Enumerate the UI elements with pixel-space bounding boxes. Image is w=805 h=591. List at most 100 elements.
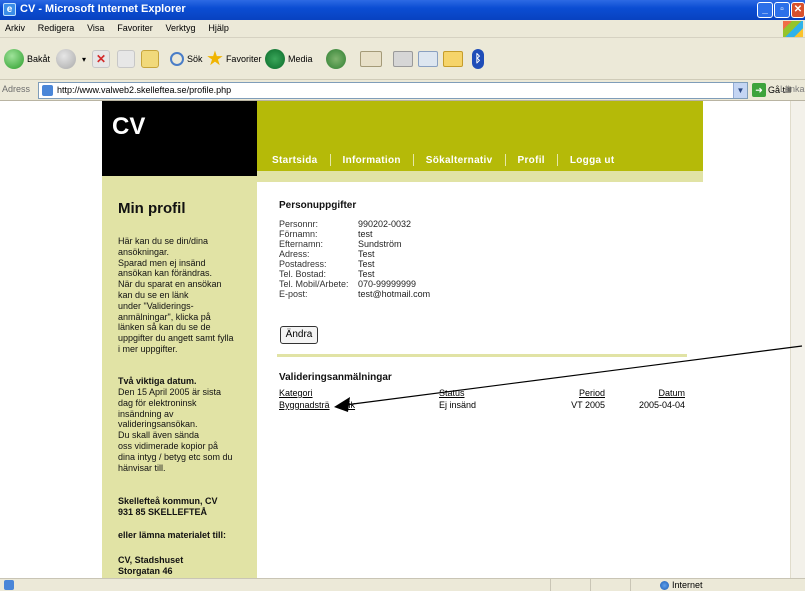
section-divider — [277, 354, 687, 357]
detail-row: E-post: test@hotmail.com — [279, 289, 430, 299]
detail-key: Efternamn: — [279, 239, 324, 249]
page-viewport: CV Startsida Information Sökalternativ P… — [0, 101, 790, 578]
validations-table: Kategori Status Period Datum Byggnadsträ… — [279, 387, 685, 411]
dates-line: valideringsansökan. — [118, 419, 198, 430]
postal-address: Skellefteå kommun, CV 931 85 SKELLEFTEÅ — [118, 496, 248, 518]
vertical-scrollbar[interactable] — [790, 101, 805, 578]
nav-separator — [556, 154, 558, 166]
intro-line: uppgifter du angett samt fylla — [118, 333, 234, 344]
forward-button[interactable]: ▾ — [56, 47, 86, 71]
col-kategori[interactable]: Kategori — [279, 387, 439, 399]
back-arrow-icon — [4, 49, 24, 69]
title-bar: e CV - Microsoft Internet Explorer _ ▫ ✕ — [0, 0, 805, 20]
star-icon: ★ — [206, 48, 224, 70]
nav-information[interactable]: Information — [343, 155, 401, 166]
col-datum[interactable]: Datum — [605, 387, 685, 399]
nav-sokalternativ[interactable]: Sökalternativ — [426, 155, 493, 166]
go-arrow-icon: ➜ — [752, 83, 766, 97]
back-button[interactable]: Bakåt ▾ — [4, 47, 60, 71]
detail-key: Tel. Mobil/Arbete: — [279, 279, 349, 289]
sidebar-intro: Här kan du se din/dina ansökningar. Spar… — [118, 236, 246, 355]
nav-separator — [329, 154, 331, 166]
intro-line: ansökan kan förändras. — [118, 268, 213, 279]
history-icon[interactable] — [326, 49, 346, 69]
kategori-text: Byggnadsträ — [279, 400, 330, 410]
menu-hjalp[interactable]: Hjälp — [203, 20, 234, 33]
intro-line: kan du se en länk — [118, 289, 189, 300]
chevron-down-icon: ▾ — [82, 54, 87, 64]
search-icon — [170, 52, 184, 66]
detail-row: Personnr: 990202-0032 — [279, 219, 430, 229]
back-label: Bakåt — [27, 54, 51, 64]
menu-favoriter[interactable]: Favoriter — [112, 20, 158, 33]
detail-row: Postadress: Test — [279, 259, 430, 269]
cell-datum: 2005-04-04 — [638, 400, 685, 410]
dates-line: Du skall även sända — [118, 430, 200, 441]
personal-heading: Personuppgifter — [279, 200, 357, 211]
col-status[interactable]: Status — [439, 387, 539, 399]
bluetooth-icon[interactable]: ᛒ — [472, 49, 484, 69]
detail-key: Personnr: — [279, 219, 319, 229]
print-icon[interactable] — [393, 51, 413, 67]
validations-heading: Valideringsanmälningar — [279, 372, 392, 383]
links-button[interactable]: Länkar — [780, 84, 805, 94]
security-zone: Internet — [660, 580, 703, 590]
menu-arkiv[interactable]: Arkiv — [0, 20, 30, 33]
detail-value: Test — [358, 269, 375, 279]
address-input[interactable]: http://www.valweb2.skelleftea.se/profile… — [38, 82, 748, 99]
menu-verktyg[interactable]: Verktyg — [161, 20, 201, 33]
favorites-label: Favoriter — [225, 54, 262, 64]
sidebar-dates: Den 15 April 2005 är sista dag för elekt… — [118, 387, 246, 473]
edit-profile-button[interactable]: Ändra — [280, 326, 318, 344]
nav-logga-ut[interactable]: Logga ut — [570, 155, 615, 166]
cell-status: Ej insänd — [439, 400, 477, 410]
nav-startsida[interactable]: Startsida — [272, 155, 318, 166]
site-logo[interactable]: CV — [102, 101, 257, 176]
detail-key: Adress: — [279, 249, 310, 259]
detail-row: Förnamn: test — [279, 229, 430, 239]
home-icon[interactable] — [141, 50, 159, 68]
maximize-button[interactable]: ▫ — [774, 2, 790, 18]
intro-line: under "Validerings- — [118, 300, 194, 311]
address-dropdown-icon[interactable]: ▼ — [733, 83, 747, 98]
address-bar: Adress http://www.valweb2.skelleftea.se/… — [0, 80, 805, 101]
page-status-icon — [4, 580, 14, 590]
mail-icon[interactable] — [360, 51, 382, 67]
nav-separator — [504, 154, 506, 166]
site: CV Startsida Information Sökalternativ P… — [102, 101, 703, 578]
col-period[interactable]: Period — [539, 387, 605, 399]
favorites-button[interactable]: ★ Favoriter — [206, 47, 261, 71]
search-button[interactable]: Sök — [170, 47, 203, 71]
nav-profil[interactable]: Profil — [518, 155, 545, 166]
detail-value: Test — [358, 249, 375, 259]
detail-value: 990202-0032 — [358, 219, 412, 229]
address-url: http://www.valweb2.skelleftea.se/profile… — [57, 85, 232, 95]
detail-value: test — [358, 229, 373, 239]
detail-key: Förnamn: — [279, 229, 318, 239]
dates-line: dag för elektroninsk — [118, 397, 197, 408]
menu-redigera[interactable]: Redigera — [33, 20, 80, 33]
menu-visa[interactable]: Visa — [82, 20, 109, 33]
folder-icon[interactable] — [443, 51, 463, 67]
detail-value: Sundström — [358, 239, 402, 249]
detail-row: Tel. Mobil/Arbete: 070-99999999 — [279, 279, 430, 289]
detail-row: Efternamn: Sundström — [279, 239, 430, 249]
intro-line: anmälningar", klicka på — [118, 311, 211, 322]
stop-icon[interactable] — [92, 50, 110, 68]
dates-line: hänvisar till. — [118, 462, 166, 473]
toolbar: Bakåt ▾ ▾ Sök ★ Favoriter Media ᛒ — [0, 38, 805, 80]
detail-key: Postadress: — [279, 259, 327, 269]
main-nav: Startsida Information Sökalternativ Prof… — [272, 154, 614, 166]
alt-heading: eller lämna materialet till: — [118, 530, 227, 540]
application-link[interactable]: Byggnadsträ nik — [279, 400, 355, 410]
minimize-button[interactable]: _ — [757, 2, 773, 18]
refresh-icon[interactable] — [117, 50, 135, 68]
media-label: Media — [288, 54, 313, 64]
detail-value: Test — [358, 259, 375, 269]
close-button[interactable]: ✕ — [791, 2, 805, 18]
profile-main: Personuppgifter Personnr: 990202-0032 För… — [257, 182, 703, 578]
media-button[interactable]: Media — [265, 47, 313, 71]
edit-icon[interactable] — [418, 51, 438, 67]
windows-logo-icon — [783, 21, 803, 37]
zone-label: Internet — [672, 580, 703, 590]
